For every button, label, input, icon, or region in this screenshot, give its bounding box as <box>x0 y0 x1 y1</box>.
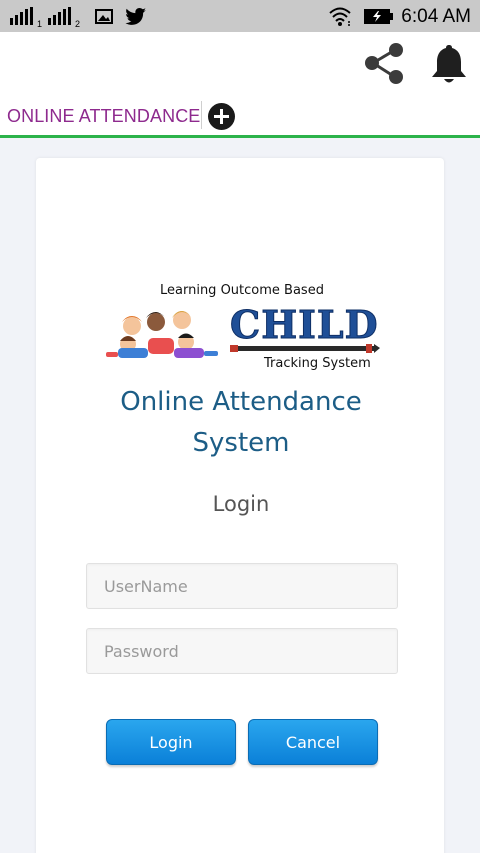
signal-sim2-icon <box>48 7 71 25</box>
twitter-icon <box>125 7 146 25</box>
cancel-button[interactable]: Cancel <box>248 719 378 765</box>
login-heading: Login <box>212 492 270 516</box>
username-field[interactable] <box>86 563 398 609</box>
notifications-button[interactable] <box>428 42 470 86</box>
sim2-label: 2 <box>75 19 81 29</box>
status-time: 6:04 AM <box>401 6 471 27</box>
signal-sim1-icon <box>10 7 33 25</box>
password-field[interactable] <box>86 628 398 674</box>
status-bar: 1 2 6:04 AM <box>0 0 480 32</box>
tab-bar: ONLINE ATTENDANCE <box>0 94 480 138</box>
app-bar <box>0 32 480 94</box>
share-icon <box>365 43 403 84</box>
sim1-label: 1 <box>37 19 43 29</box>
page-title: Online Attendance System <box>120 387 362 458</box>
tab-online-attendance[interactable]: ONLINE ATTENDANCE <box>7 106 200 127</box>
battery-charging-icon <box>364 9 393 24</box>
tab-divider <box>201 101 202 129</box>
add-circle-icon[interactable] <box>208 103 235 130</box>
logo-word: CHILD <box>230 302 379 348</box>
image-notification-icon <box>95 9 113 24</box>
share-button[interactable] <box>360 40 408 88</box>
logo-tagline-bottom: Tracking System <box>264 356 371 371</box>
logo-tagline-top: Learning Outcome Based <box>160 283 324 298</box>
login-button[interactable]: Login <box>106 719 236 765</box>
bell-icon <box>432 45 466 83</box>
wifi-icon <box>329 7 351 26</box>
